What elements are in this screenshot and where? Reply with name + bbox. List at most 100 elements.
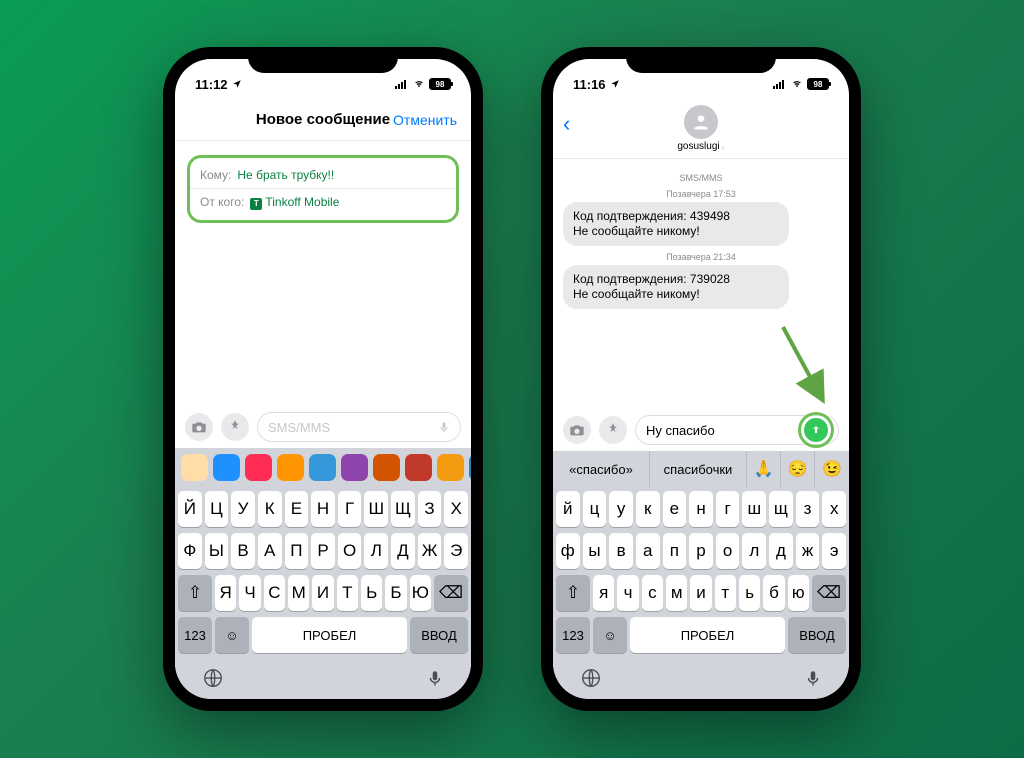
key-ф[interactable]: ф	[556, 533, 580, 569]
key-я[interactable]: я	[593, 575, 614, 611]
contact-avatar[interactable]	[684, 105, 718, 139]
key-т[interactable]: т	[715, 575, 736, 611]
key-В[interactable]: В	[231, 533, 255, 569]
key-щ[interactable]: щ	[769, 491, 793, 527]
key-Б[interactable]: Б	[385, 575, 406, 611]
app-drawer-icon-0[interactable]	[181, 454, 208, 481]
app-drawer-icon-9[interactable]	[469, 454, 471, 481]
app-drawer-icon-2[interactable]	[245, 454, 272, 481]
key-О[interactable]: О	[338, 533, 362, 569]
key-е[interactable]: е	[663, 491, 687, 527]
key-Й[interactable]: Й	[178, 491, 202, 527]
message-bubble[interactable]: Код подтверждения: 439498Не сообщайте ни…	[563, 202, 789, 246]
suggestion-emoji[interactable]: 😉	[815, 451, 849, 487]
app-drawer-icon-5[interactable]	[341, 454, 368, 481]
message-thread[interactable]: SMS/MMS Позавчера 17:53 Код подтверждени…	[553, 159, 849, 409]
key-ш[interactable]: ш	[742, 491, 766, 527]
key-н[interactable]: н	[689, 491, 713, 527]
key-Ш[interactable]: Ш	[364, 491, 388, 527]
app-strip[interactable]	[175, 448, 471, 487]
key-Ф[interactable]: Ф	[178, 533, 202, 569]
key-э[interactable]: э	[822, 533, 846, 569]
message-bubble[interactable]: Код подтверждения: 739028Не сообщайте ни…	[563, 265, 789, 309]
shift-key[interactable]: ⇧	[556, 575, 590, 611]
key-ж[interactable]: ж	[796, 533, 820, 569]
enter-key[interactable]: Ввод	[788, 617, 846, 653]
key-Е[interactable]: Е	[285, 491, 309, 527]
key-Ю[interactable]: Ю	[410, 575, 431, 611]
key-Р[interactable]: Р	[311, 533, 335, 569]
key-Я[interactable]: Я	[215, 575, 236, 611]
message-input[interactable]: Ну спасибо	[635, 415, 839, 445]
suggestion-emoji[interactable]: 😔	[781, 451, 815, 487]
camera-button[interactable]	[185, 413, 213, 441]
space-key[interactable]: Пробел	[252, 617, 407, 653]
key-р[interactable]: р	[689, 533, 713, 569]
key-С[interactable]: С	[264, 575, 285, 611]
key-Ч[interactable]: Ч	[239, 575, 260, 611]
enter-key[interactable]: Ввод	[410, 617, 468, 653]
key-Г[interactable]: Г	[338, 491, 362, 527]
key-Т[interactable]: Т	[337, 575, 358, 611]
shift-key[interactable]: ⇧	[178, 575, 212, 611]
message-input[interactable]: SMS/MMS	[257, 412, 461, 442]
appstore-button[interactable]	[221, 413, 249, 441]
app-drawer-icon-8[interactable]	[437, 454, 464, 481]
suggestion[interactable]: «спасибо»	[553, 451, 650, 487]
key-Ц[interactable]: Ц	[205, 491, 229, 527]
key-М[interactable]: М	[288, 575, 309, 611]
key-П[interactable]: П	[285, 533, 309, 569]
back-button[interactable]: ‹	[563, 111, 570, 137]
key-у[interactable]: у	[609, 491, 633, 527]
key-г[interactable]: г	[716, 491, 740, 527]
globe-icon[interactable]	[202, 667, 224, 689]
emoji-key[interactable]: ☺	[593, 617, 627, 653]
key-з[interactable]: з	[796, 491, 820, 527]
key-ю[interactable]: ю	[788, 575, 809, 611]
from-field[interactable]: От кого: TTinkoff Mobile	[190, 188, 456, 216]
key-Ж[interactable]: Ж	[418, 533, 442, 569]
dictation-icon[interactable]	[426, 667, 444, 689]
key-д[interactable]: д	[769, 533, 793, 569]
globe-icon[interactable]	[580, 667, 602, 689]
to-field[interactable]: Кому: Не брать трубку!!	[190, 162, 456, 188]
suggestion[interactable]: спасибочки	[650, 451, 747, 487]
key-А[interactable]: А	[258, 533, 282, 569]
key-З[interactable]: З	[418, 491, 442, 527]
key-Х[interactable]: Х	[444, 491, 468, 527]
key-о[interactable]: о	[716, 533, 740, 569]
key-п[interactable]: п	[663, 533, 687, 569]
key-и[interactable]: и	[690, 575, 711, 611]
key-с[interactable]: с	[642, 575, 663, 611]
key-Щ[interactable]: Щ	[391, 491, 415, 527]
camera-button[interactable]	[563, 416, 591, 444]
cancel-button[interactable]: Отменить	[393, 112, 457, 128]
key-ы[interactable]: ы	[583, 533, 607, 569]
space-key[interactable]: Пробел	[630, 617, 785, 653]
appstore-button[interactable]	[599, 416, 627, 444]
delete-key[interactable]: ⌫	[434, 575, 468, 611]
dictation-icon[interactable]	[804, 667, 822, 689]
key-И[interactable]: И	[312, 575, 333, 611]
numbers-key[interactable]: 123	[556, 617, 590, 653]
key-Л[interactable]: Л	[364, 533, 388, 569]
key-а[interactable]: а	[636, 533, 660, 569]
key-К[interactable]: К	[258, 491, 282, 527]
key-л[interactable]: л	[742, 533, 766, 569]
key-Д[interactable]: Д	[391, 533, 415, 569]
key-к[interactable]: к	[636, 491, 660, 527]
mic-icon[interactable]	[438, 419, 450, 435]
key-м[interactable]: м	[666, 575, 687, 611]
key-ц[interactable]: ц	[583, 491, 607, 527]
key-У[interactable]: У	[231, 491, 255, 527]
delete-key[interactable]: ⌫	[812, 575, 846, 611]
key-в[interactable]: в	[609, 533, 633, 569]
key-Ь[interactable]: Ь	[361, 575, 382, 611]
key-х[interactable]: х	[822, 491, 846, 527]
key-Э[interactable]: Э	[444, 533, 468, 569]
suggestion-emoji[interactable]: 🙏	[747, 451, 781, 487]
numbers-key[interactable]: 123	[178, 617, 212, 653]
key-ь[interactable]: ь	[739, 575, 760, 611]
key-ч[interactable]: ч	[617, 575, 638, 611]
contact-name[interactable]: gosuslugi›	[677, 141, 724, 152]
